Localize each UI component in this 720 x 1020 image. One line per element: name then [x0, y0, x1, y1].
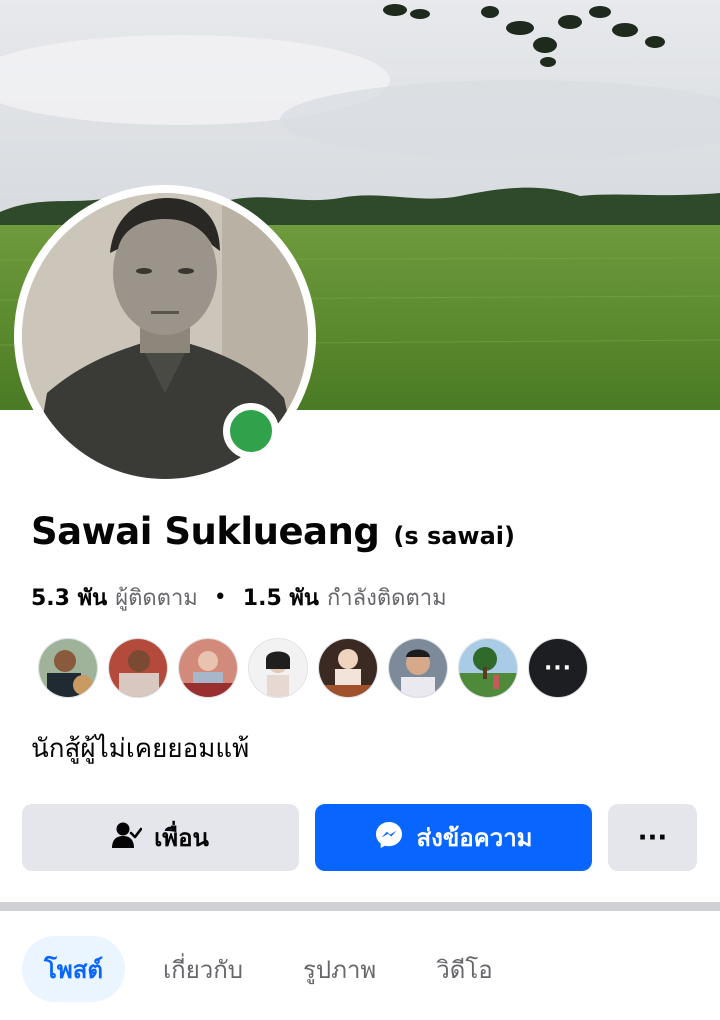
friend-avatar[interactable] [38, 638, 98, 698]
more-horizontal-icon: ··· [543, 655, 573, 681]
message-button[interactable]: ส่งข้อความ [315, 804, 592, 871]
tab-about[interactable]: เกี่ยวกับ [141, 936, 265, 1002]
online-status-indicator [223, 403, 279, 459]
following-label[interactable]: กำลังติดตาม [327, 580, 447, 615]
more-horizontal-icon: ··· [637, 822, 668, 853]
friends-preview: ··· [38, 638, 588, 698]
friend-avatar[interactable] [248, 638, 308, 698]
profile-name-row: Sawai Suklueang (s sawai) [31, 510, 515, 553]
friend-avatar[interactable] [108, 638, 168, 698]
tab-photos[interactable]: รูปภาพ [281, 936, 398, 1002]
friend-avatar[interactable] [178, 638, 238, 698]
alternate-name: (s sawai) [393, 522, 515, 550]
messenger-icon [374, 820, 404, 856]
followers-label[interactable]: ผู้ติดตาม [115, 580, 198, 615]
stats-separator: • [213, 585, 227, 610]
profile-bio: นักสู้ผู้ไม่เคยยอมแพ้ [31, 734, 250, 764]
more-friends-button[interactable]: ··· [528, 638, 588, 698]
friend-avatar[interactable] [388, 638, 448, 698]
friends-button-label: เพื่อน [154, 824, 209, 852]
follow-stats: 5.3 พัน ผู้ติดตาม • 1.5 พัน กำลังติดตาม [31, 580, 447, 615]
tab-videos[interactable]: วิดีโอ [414, 936, 514, 1002]
friends-button[interactable]: เพื่อน [22, 804, 299, 871]
person-check-icon [112, 821, 143, 855]
profile-actions: เพื่อน ส่งข้อความ ··· [22, 804, 697, 871]
following-count[interactable]: 1.5 พัน [243, 580, 319, 615]
friend-avatar[interactable] [318, 638, 378, 698]
friend-avatar[interactable] [458, 638, 518, 698]
more-options-button[interactable]: ··· [608, 804, 697, 871]
message-button-label: ส่งข้อความ [416, 824, 533, 852]
profile-tabs: โพสต์ เกี่ยวกับ รูปภาพ วิดีโอ [22, 936, 531, 1002]
profile-name: Sawai Suklueang [31, 510, 380, 553]
section-divider [0, 902, 720, 911]
tab-posts[interactable]: โพสต์ [22, 936, 125, 1002]
followers-count[interactable]: 5.3 พัน [31, 580, 107, 615]
